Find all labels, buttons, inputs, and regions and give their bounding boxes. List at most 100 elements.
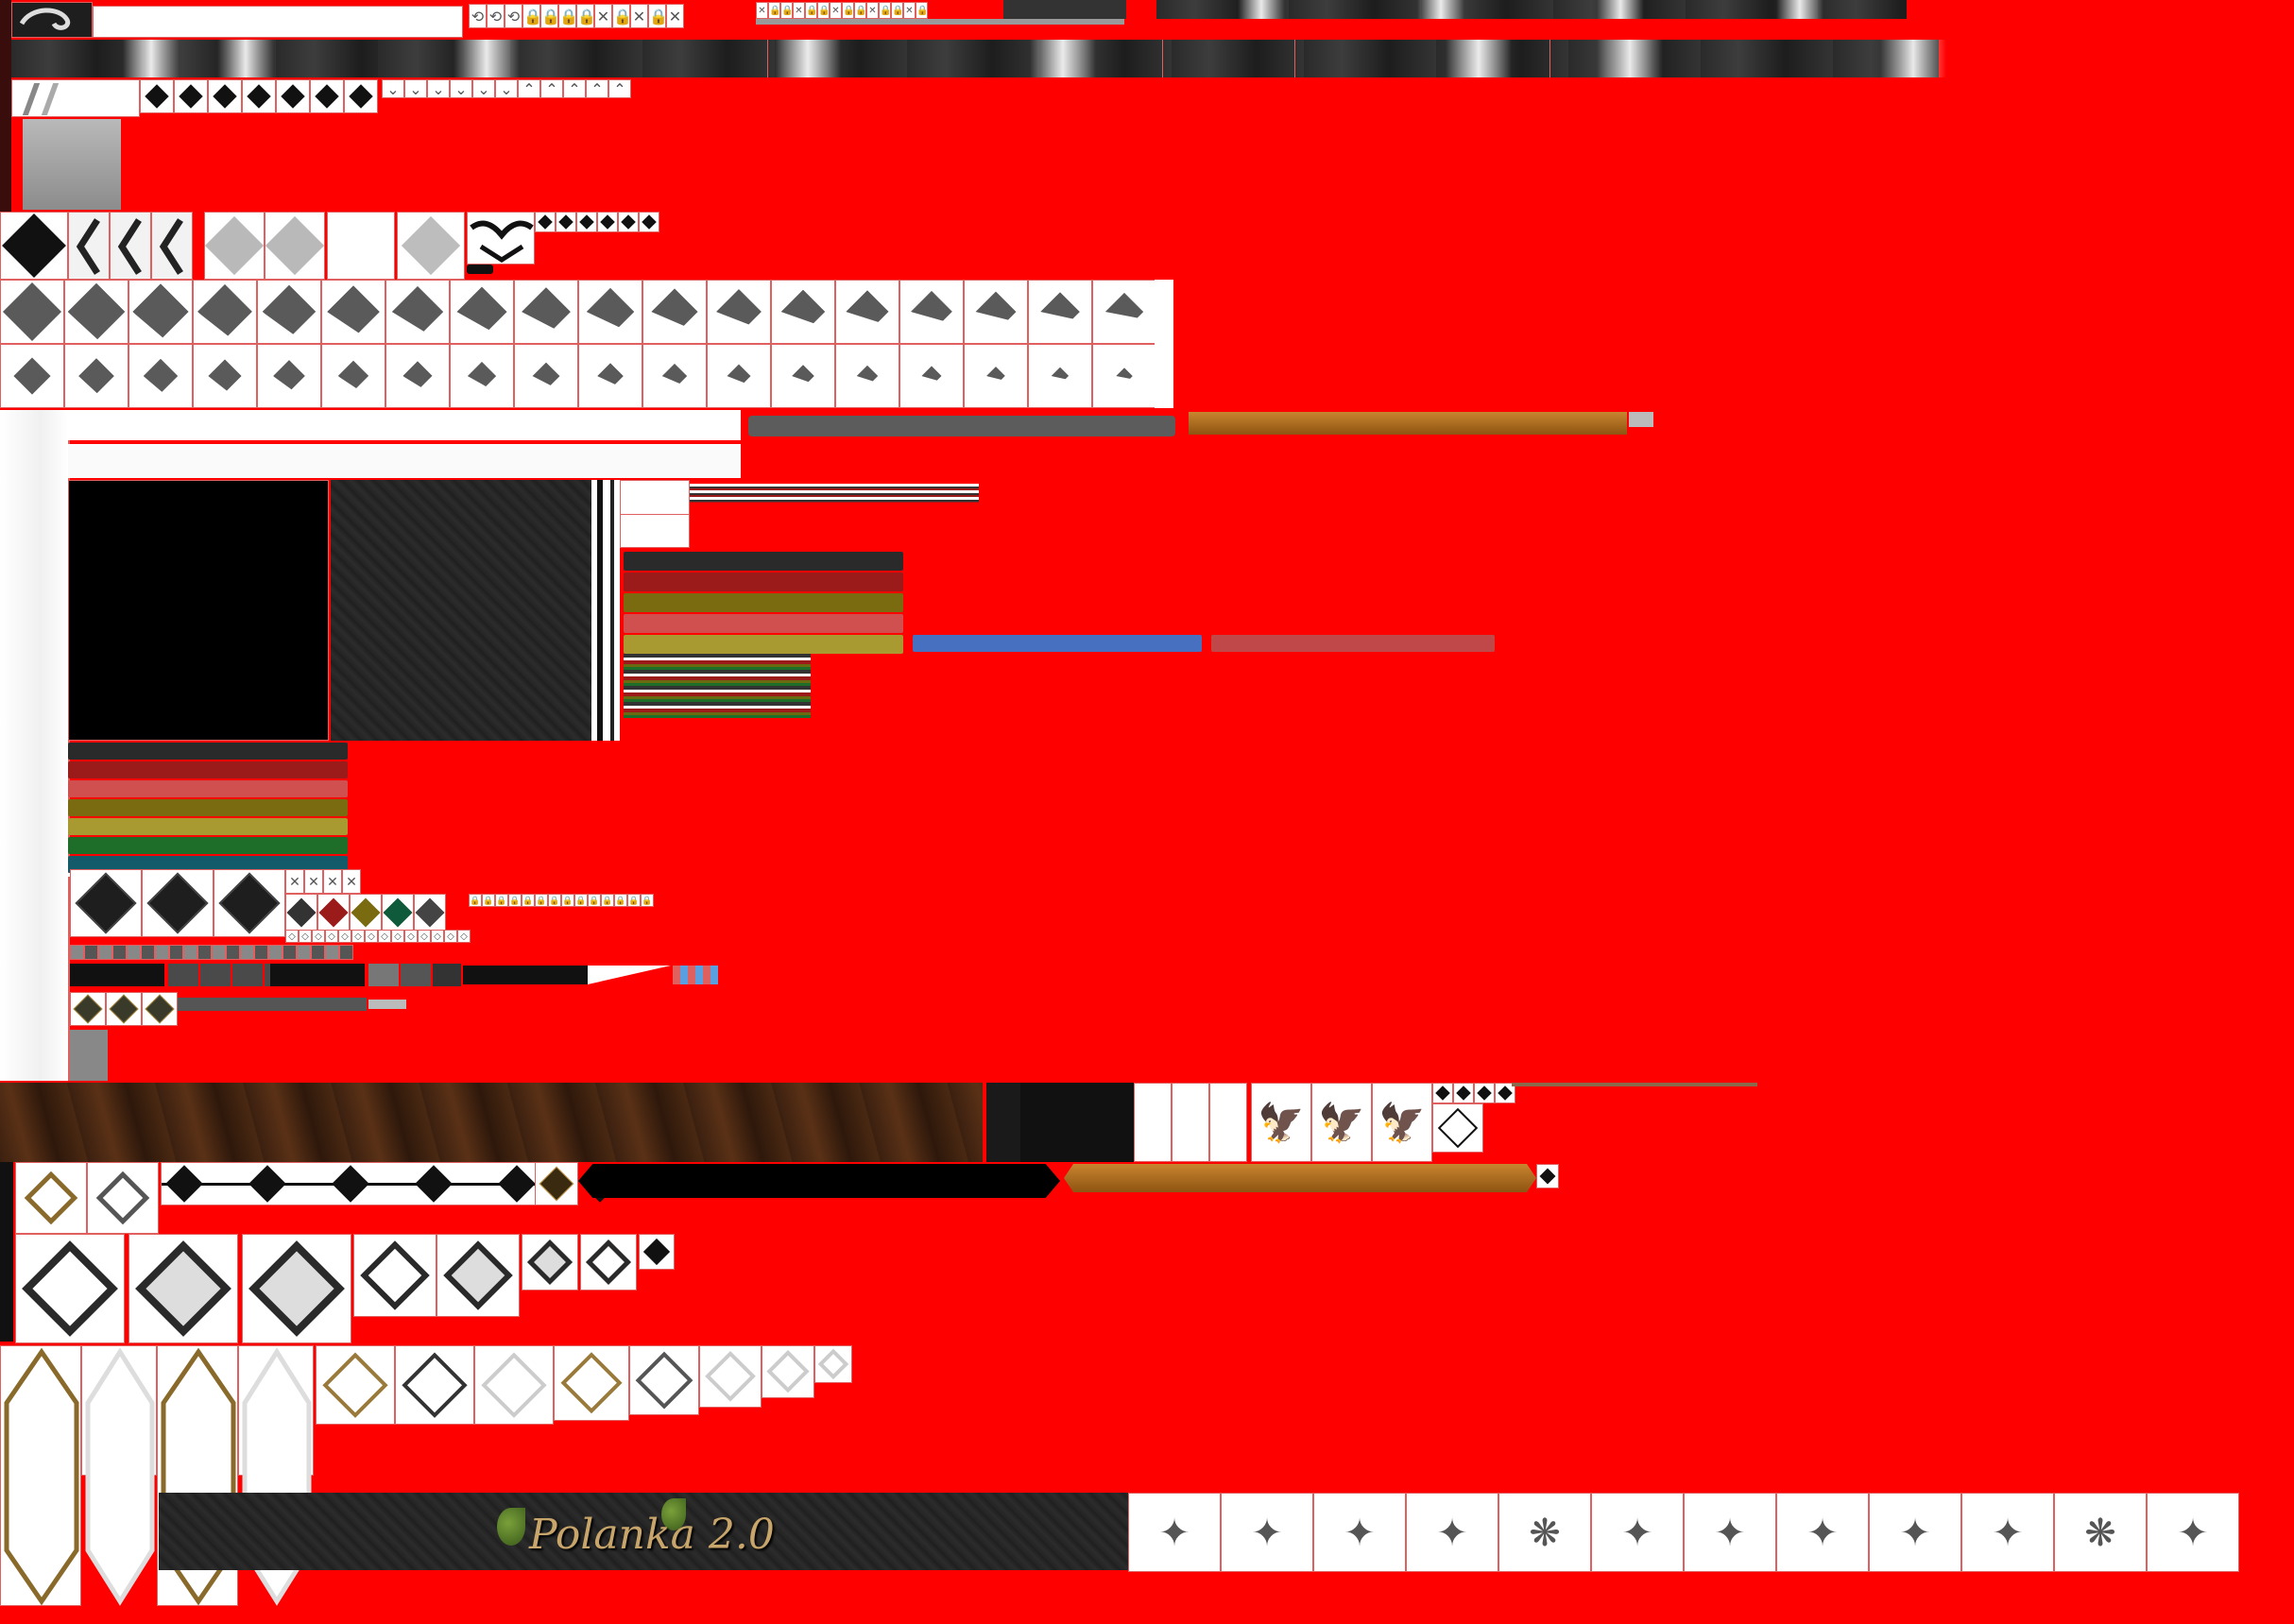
- lock-icon: 🔒: [854, 2, 866, 19]
- diamond-icon: [0, 212, 68, 280]
- striped-block: [624, 654, 811, 718]
- diamond-icon: [975, 291, 1016, 332]
- close-icon: ✕: [903, 2, 916, 19]
- diamond-icon: [213, 84, 237, 109]
- lock-icon: 🔒: [768, 2, 780, 19]
- lock-icon: 🔒: [780, 2, 793, 19]
- blue-chip: [673, 966, 680, 984]
- diamond-icon: [522, 1234, 578, 1291]
- color-bar: [624, 573, 903, 591]
- diamond-icon: [857, 366, 879, 387]
- diamond-icon: [468, 362, 496, 390]
- diamond-icon: [618, 212, 639, 232]
- diamond-icon: [587, 288, 635, 336]
- diamond-icon: [817, 1348, 849, 1380]
- banner-title: Polanka 2.0: [529, 1511, 775, 1559]
- diamond-icon: [498, 1165, 536, 1203]
- diamond-icon: [437, 1234, 520, 1317]
- blue-chip: [710, 966, 718, 984]
- diamond-icon: [144, 359, 179, 394]
- diamond-icon: [1116, 368, 1133, 385]
- diamond-icon: [281, 84, 305, 109]
- diamond-icon: [248, 1240, 345, 1337]
- pinwheel-frame: [1092, 344, 1156, 408]
- diamond-icon: [1456, 1086, 1471, 1101]
- lock-icon: 🔒: [561, 894, 574, 907]
- diamond-icon: [639, 212, 659, 232]
- figure-icon: ✦: [1869, 1493, 1961, 1572]
- diamond-icon: [651, 288, 697, 334]
- brown-band: [0, 1083, 983, 1162]
- pinwheel-frame: [578, 280, 642, 344]
- close-icon: ✕: [304, 869, 323, 894]
- diamond-icon: [353, 1234, 437, 1317]
- diamond-icon: [1052, 368, 1070, 385]
- shine-strip: [1446, 40, 1512, 77]
- black-square: [68, 480, 329, 741]
- diamond-icon: [1498, 1086, 1513, 1101]
- pinwheel-frame: [771, 344, 835, 408]
- striped-bar: [690, 484, 979, 503]
- gray-diamond-cell: [397, 212, 465, 280]
- black-pill-bar: [578, 1164, 1060, 1198]
- color-bar: [68, 818, 348, 835]
- chevron-icon: [254, 945, 268, 960]
- dark-column: [610, 480, 614, 741]
- cell-divider: [1162, 40, 1163, 77]
- ornament-icon: [68, 212, 110, 280]
- ornament-icon: [159, 218, 183, 275]
- pinwheel-frame: [0, 344, 64, 408]
- pinwheel-frame: [642, 344, 707, 408]
- shine-strip: [1597, 40, 1663, 77]
- diamond-icon: [75, 872, 137, 934]
- pinwheel-frame: [128, 280, 193, 344]
- white-panel: [68, 410, 741, 440]
- lock-icon: 🔒: [842, 2, 854, 19]
- diamond-icon: [1539, 1168, 1556, 1185]
- shine-strip: [1597, 0, 1644, 19]
- diamond-icon: [699, 1345, 762, 1408]
- blue-chip: [695, 966, 703, 984]
- diamond-icon: [456, 286, 506, 336]
- lock-icon: 🔒: [817, 2, 830, 19]
- white-panel: [68, 444, 741, 478]
- lock-icon: 🔒: [469, 894, 482, 907]
- shine-strip: [1776, 0, 1823, 19]
- chevron-icon: [282, 945, 297, 960]
- diamond-icon: [349, 84, 373, 109]
- chevron-icon: [70, 945, 84, 960]
- chevron-icon: [226, 945, 240, 960]
- chevron-icon: [112, 945, 127, 960]
- lock-icon: 🔒: [574, 894, 588, 907]
- diamond-icon: [1040, 292, 1080, 332]
- diamond-icon: [560, 1352, 623, 1414]
- bronze-bar: [1189, 412, 1627, 435]
- diamond-icon: [146, 872, 209, 934]
- diamond-icon: [197, 284, 252, 339]
- gray-panel: [23, 119, 121, 210]
- chevron-icon: [127, 945, 141, 960]
- diamond-icon: [87, 1162, 159, 1234]
- diamond-icon: [128, 1234, 238, 1343]
- gray-diamond-cell: [204, 212, 265, 280]
- chevron-icon: ⌃: [518, 79, 540, 98]
- chevron-icon: ⌃: [608, 79, 631, 98]
- diamond-icon: [911, 291, 952, 333]
- diamond-icon: [3, 282, 61, 341]
- wood-bar: [11, 40, 378, 77]
- mini-label: [1629, 412, 1653, 427]
- top-left-frame: [0, 0, 11, 217]
- diamond-icon: [662, 364, 688, 389]
- shine-strip: [1238, 0, 1285, 19]
- diamond-icon: [165, 1165, 203, 1203]
- white-cell: [1172, 1083, 1209, 1162]
- lock-icon: ◇: [391, 930, 404, 943]
- pinwheel-frame: [899, 280, 964, 344]
- thin-bar: [368, 1000, 406, 1009]
- diamond-icon: [535, 212, 556, 232]
- lock-icon: 🔒: [548, 894, 561, 907]
- chevron-icon: [297, 945, 311, 960]
- pinwheel-frame: [1028, 344, 1092, 408]
- lock-icon: ◇: [285, 930, 299, 943]
- diamond-icon: [1536, 1164, 1559, 1188]
